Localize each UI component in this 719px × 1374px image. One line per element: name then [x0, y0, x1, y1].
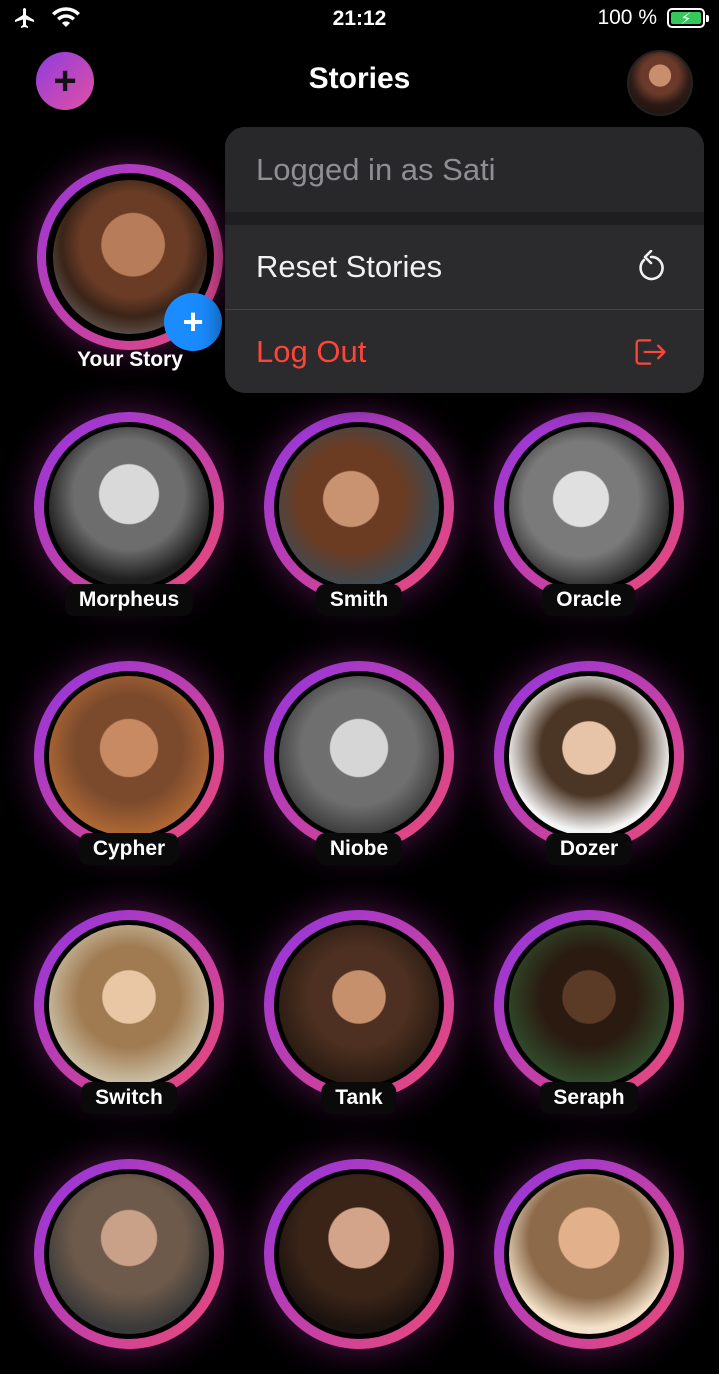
your-story-label: Your Story	[77, 348, 183, 371]
story-ring	[34, 910, 224, 1100]
story-avatar	[49, 427, 209, 587]
status-bar: 21:12 100 % ⚡	[0, 0, 719, 40]
page-title: Stories	[308, 62, 411, 95]
logout-icon	[634, 335, 668, 369]
add-to-story-button[interactable]: +	[164, 293, 222, 351]
story-name: Niobe	[315, 833, 403, 865]
story-avatar	[279, 1174, 439, 1334]
story-ring	[264, 1159, 454, 1349]
story-item[interactable]: Switch	[34, 910, 224, 1125]
battery-percent: 100 %	[597, 6, 657, 29]
story-item[interactable]	[494, 1159, 684, 1374]
story-item[interactable]: Tank	[264, 910, 454, 1125]
menu-separator	[225, 212, 704, 225]
story-ring	[264, 412, 454, 602]
story-item[interactable]: Oracle	[494, 412, 684, 627]
story-ring	[34, 1159, 224, 1349]
story-avatar	[279, 676, 439, 836]
story-avatar	[509, 925, 669, 1085]
profile-avatar[interactable]	[627, 50, 693, 116]
story-name: Cypher	[78, 833, 180, 865]
log-out-label: Log Out	[256, 334, 367, 369]
story-avatar	[49, 676, 209, 836]
story-avatar	[279, 427, 439, 587]
account-menu: Logged in as Sati Reset Stories Log Out	[225, 127, 704, 393]
story-ring	[494, 910, 684, 1100]
story-item[interactable]: Smith	[264, 412, 454, 627]
story-ring	[494, 412, 684, 602]
story-item[interactable]: Dozer	[494, 661, 684, 876]
charging-bolt-icon: ⚡	[680, 11, 692, 28]
story-name: Seraph	[539, 1082, 639, 1114]
story-avatar	[509, 676, 669, 836]
story-name: Morpheus	[64, 584, 194, 616]
story-ring	[264, 910, 454, 1100]
log-out-item[interactable]: Log Out	[225, 310, 704, 393]
story-name: Smith	[315, 584, 403, 616]
story-ring	[34, 412, 224, 602]
story-item[interactable]: Seraph	[494, 910, 684, 1125]
battery-icon: ⚡	[667, 8, 709, 28]
story-ring	[494, 661, 684, 851]
status-right: 100 % ⚡	[597, 6, 709, 30]
story-name: Dozer	[545, 833, 633, 865]
story-avatar	[509, 427, 669, 587]
story-item[interactable]: Morpheus	[34, 412, 224, 627]
story-name: Oracle	[542, 584, 636, 616]
story-avatar	[279, 925, 439, 1085]
story-avatar	[49, 925, 209, 1085]
story-item[interactable]: Niobe	[264, 661, 454, 876]
reset-stories-label: Reset Stories	[256, 249, 443, 284]
story-item[interactable]	[34, 1159, 224, 1374]
story-item[interactable]	[264, 1159, 454, 1374]
reset-stories-item[interactable]: Reset Stories	[225, 225, 704, 310]
story-ring	[34, 661, 224, 851]
story-name: Tank	[321, 1082, 397, 1114]
story-name: Switch	[81, 1082, 177, 1114]
menu-header: Logged in as Sati	[225, 127, 704, 212]
story-avatar	[49, 1174, 209, 1334]
story-ring	[264, 661, 454, 851]
story-avatar	[509, 1174, 669, 1334]
story-item[interactable]: Cypher	[34, 661, 224, 876]
reset-icon	[634, 250, 668, 284]
story-ring	[494, 1159, 684, 1349]
